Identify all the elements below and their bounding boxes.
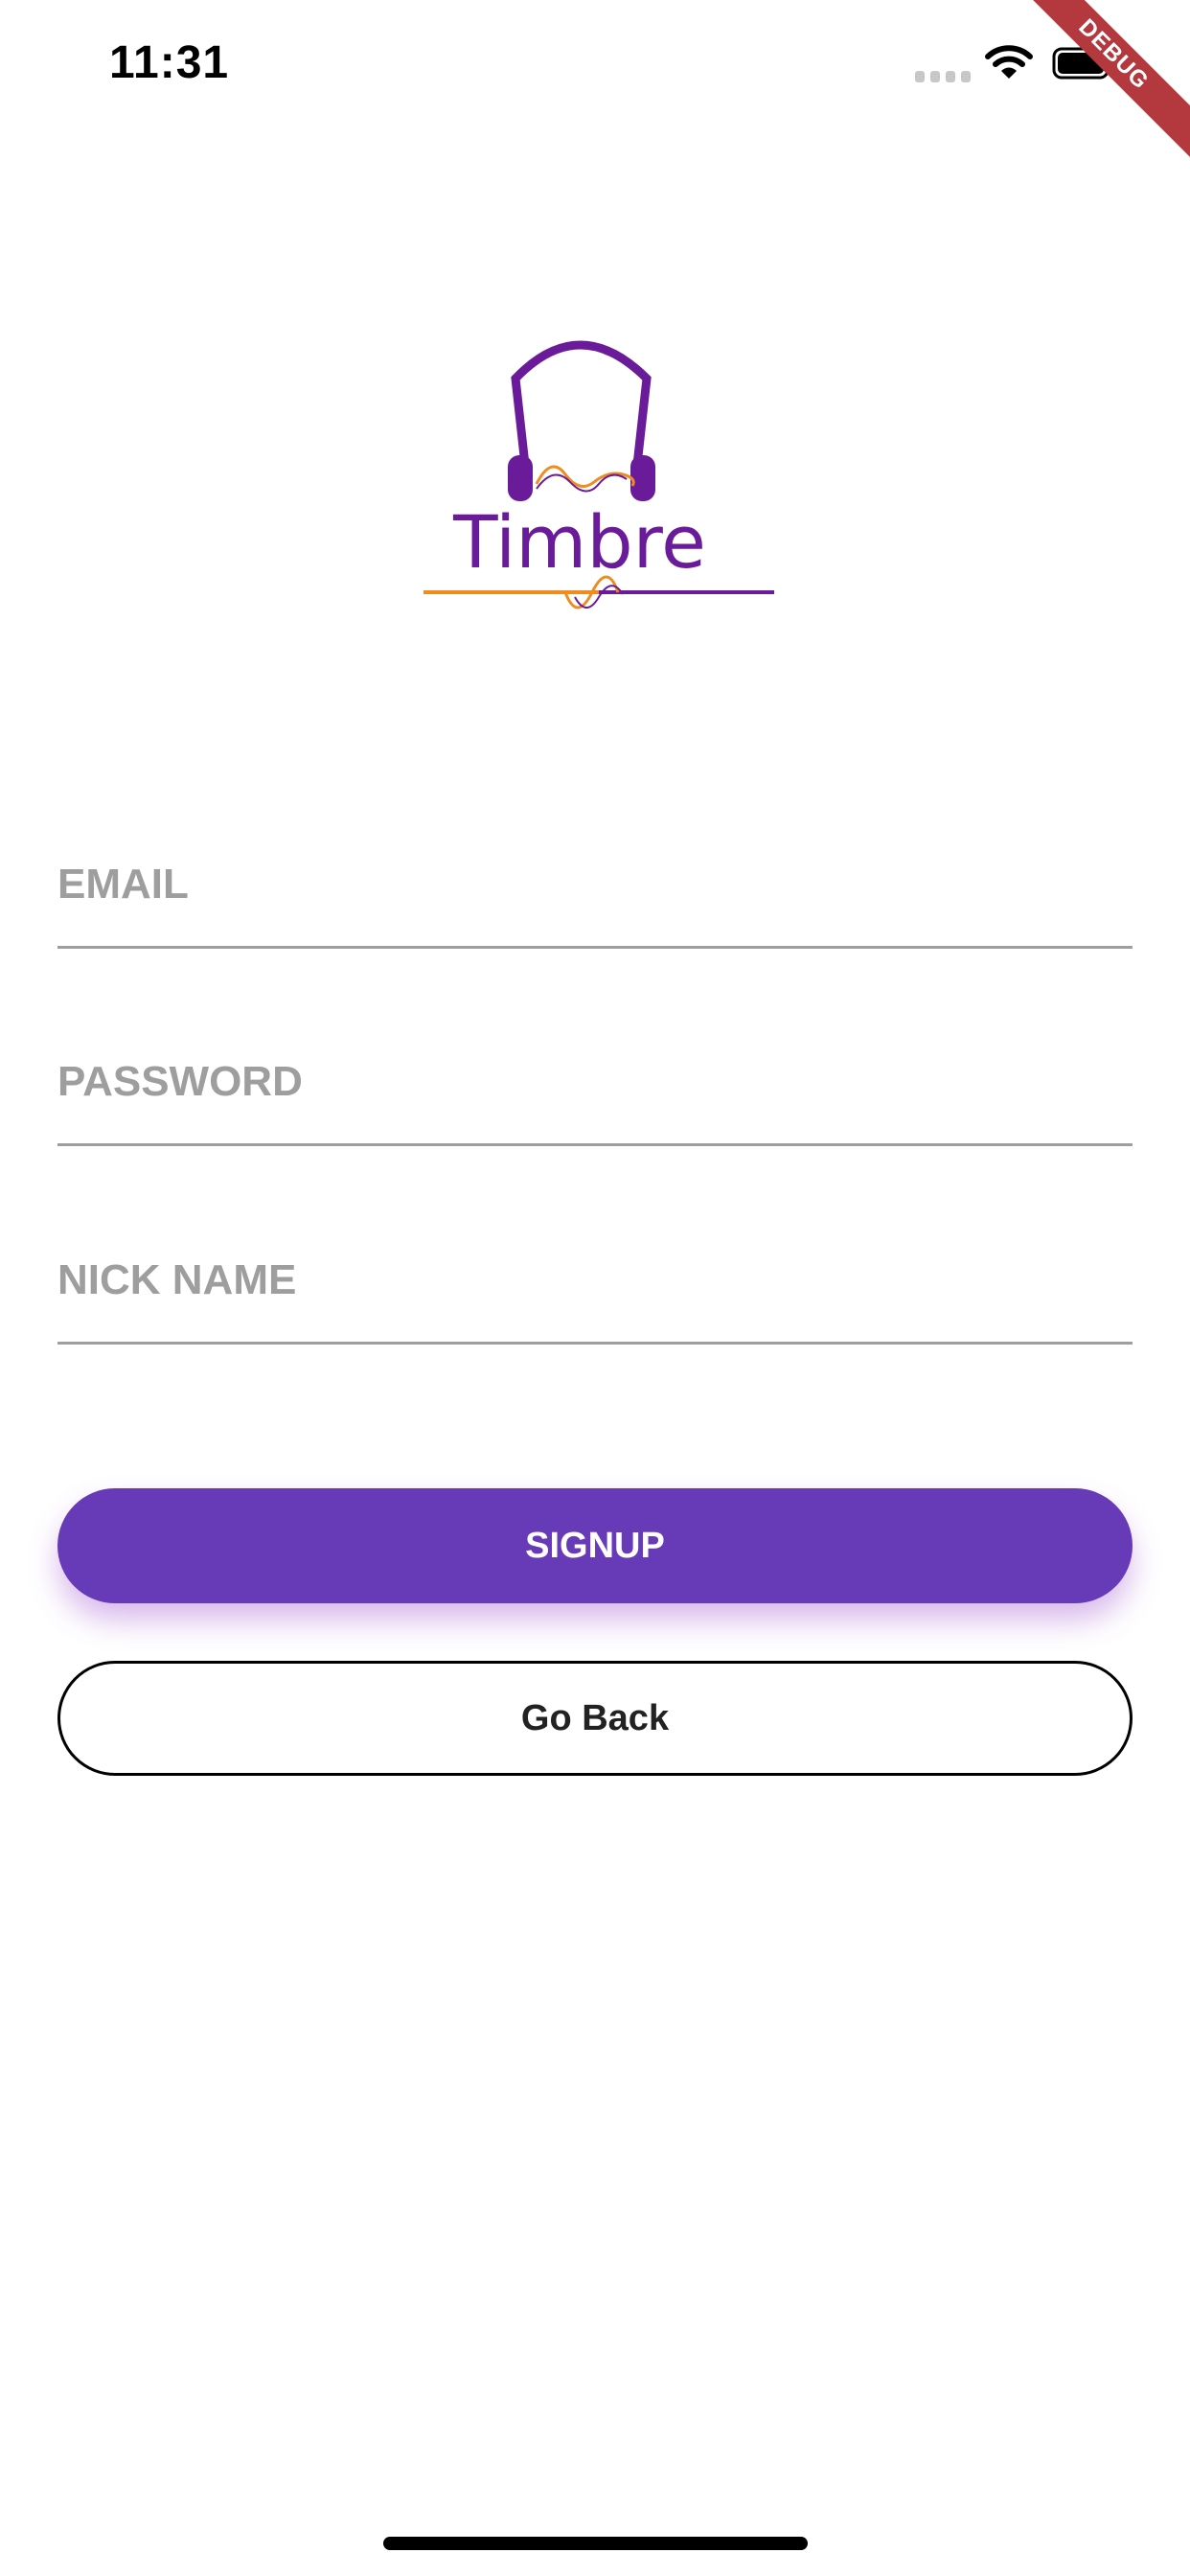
timbre-logo: Timbre [423, 340, 774, 610]
home-indicator[interactable] [383, 2537, 808, 2550]
status-time: 11:31 [109, 37, 230, 88]
logo-text: Timbre [452, 499, 706, 585]
email-underline [57, 946, 1133, 949]
password-underline [57, 1143, 1133, 1146]
nickname-input[interactable] [57, 1220, 1133, 1341]
go-back-button[interactable]: Go Back [57, 1661, 1133, 1776]
email-input[interactable] [57, 824, 1133, 945]
signal-icon [915, 71, 971, 82]
debug-banner-container: DEBUG [998, 0, 1190, 192]
signup-button[interactable]: SIGNUP [57, 1488, 1133, 1603]
nickname-field [57, 1220, 1133, 1345]
headphones-icon [508, 340, 655, 501]
signup-button-label: SIGNUP [525, 1525, 665, 1566]
email-field [57, 824, 1133, 949]
go-back-button-label: Go Back [520, 1697, 670, 1738]
password-input[interactable] [57, 1022, 1133, 1142]
debug-banner: DEBUG [998, 0, 1190, 170]
nickname-underline [57, 1342, 1133, 1345]
password-field [57, 1022, 1133, 1146]
